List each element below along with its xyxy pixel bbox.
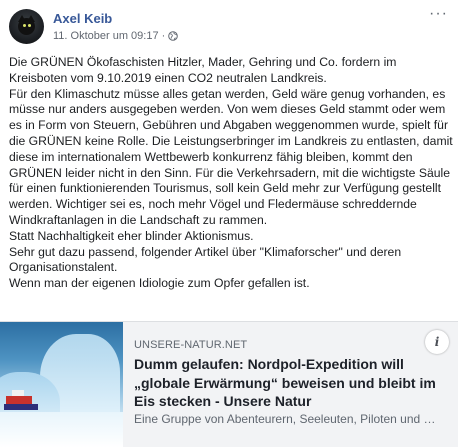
thumbnail-ice-floe [0,412,123,447]
post-paragraph: Wenn man der eigenen Idiologie zum Opfer… [9,276,310,291]
post-meta: 11. Oktober um 09:17 · [53,30,179,42]
author-avatar[interactable] [9,9,44,44]
link-domain: UNSERE-NATUR.NET [134,339,248,351]
avatar-cat-head [18,18,35,35]
meta-separator: · [161,30,166,42]
more-options-icon[interactable]: ··· [429,6,448,22]
thumbnail-ship-hull [4,404,38,410]
globe-icon[interactable] [168,31,179,41]
avatar-cat-eye-left [23,24,26,27]
thumbnail-ship-superstructure [6,396,32,404]
avatar-cat-eye-right [28,24,31,27]
link-preview-card[interactable]: UNSERE-NATUR.NET Dumm gelaufen: Nordpol-… [0,321,458,447]
info-icon[interactable]: i [425,330,449,354]
post-paragraph: Statt Nachhaltigkeit eher blinder Aktion… [9,228,254,243]
post-paragraph: Für den Klimaschutz müsse alles getan we… [9,86,453,227]
post-paragraph: Die GRÜNEN Ökofaschisten Hitzler, Mader,… [9,55,397,85]
author-name[interactable]: Axel Keib [53,11,112,26]
facebook-post: Axel Keib 11. Oktober um 09:17 · ··· Die… [0,0,458,447]
post-paragraph: Sehr gut dazu passend, folgender Artikel… [9,244,402,275]
post-text: Die GRÜNEN Ökofaschisten Hitzler, Mader,… [9,55,454,292]
link-description: Eine Gruppe von Abenteurern, Seeleuten, … [134,412,446,426]
link-title[interactable]: Dumm gelaufen: Nordpol-Expedition will „… [134,355,452,411]
post-timestamp[interactable]: 11. Oktober um 09:17 [53,30,159,42]
link-thumbnail-image[interactable] [0,322,123,447]
